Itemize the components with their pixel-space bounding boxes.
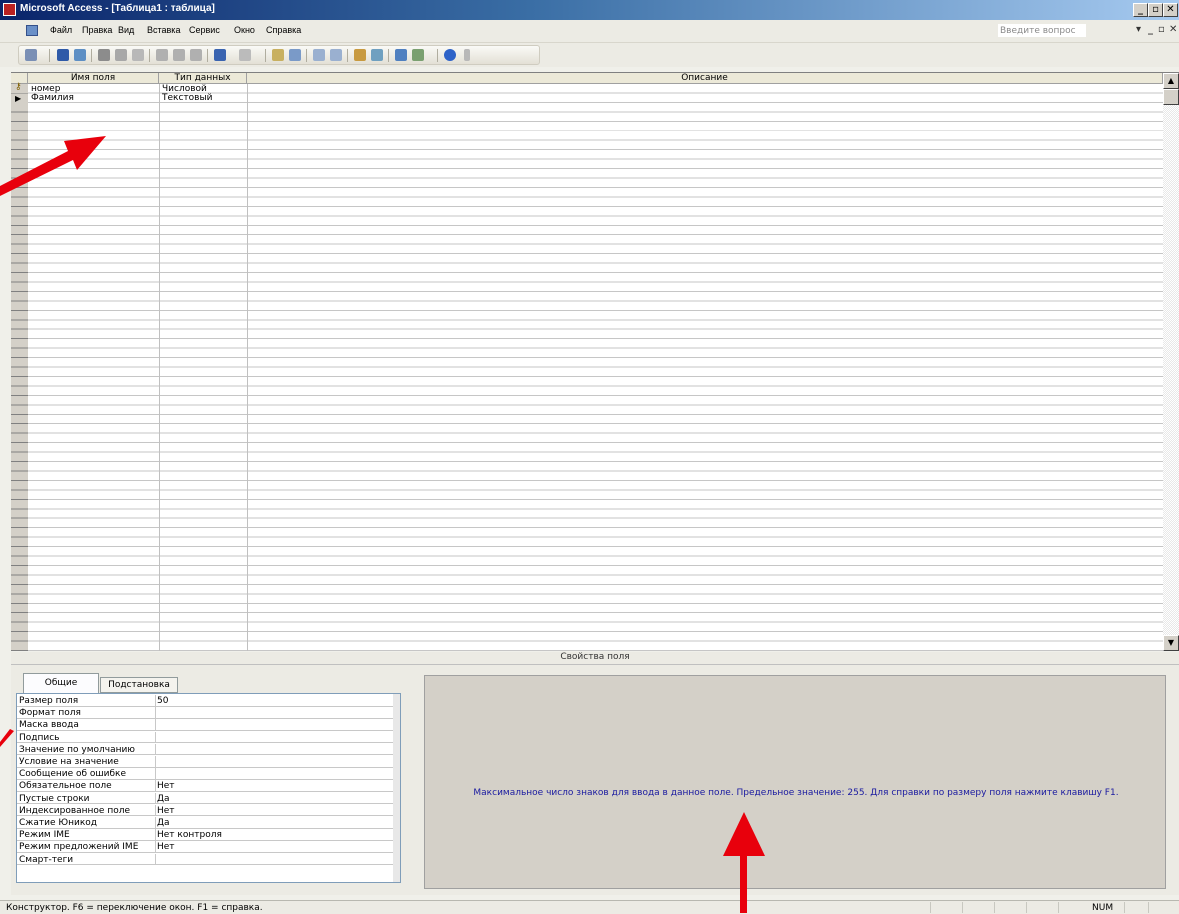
annotation-arrows [0, 136, 765, 913]
arrow-to-properties-icon [0, 729, 14, 747]
arrow-to-grid-icon [0, 136, 106, 196]
arrow-to-help-icon [723, 812, 765, 913]
